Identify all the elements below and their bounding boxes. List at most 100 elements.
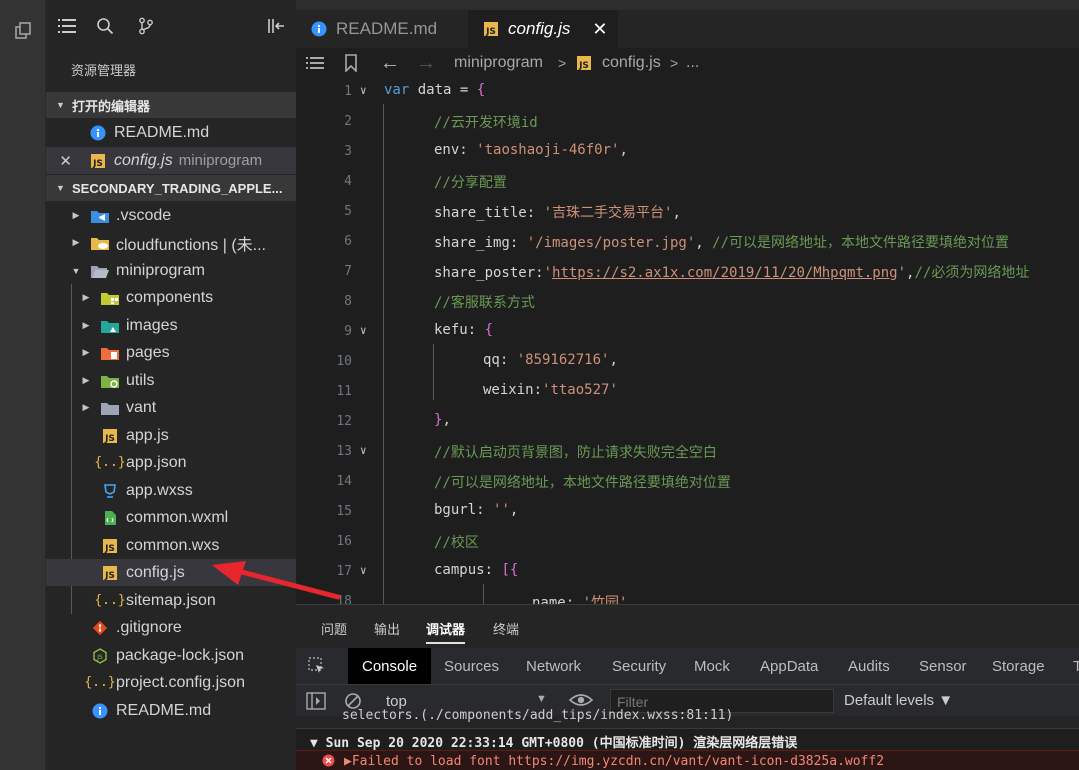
close-icon[interactable]: ✕	[46, 152, 72, 170]
list-icon[interactable]	[306, 53, 324, 73]
open-editor-folder: miniprogram	[178, 152, 263, 169]
code-line-18: name: '竹园',	[532, 592, 636, 604]
svg-text:JS: JS	[104, 571, 115, 581]
tree-item-gitignore[interactable]: .gitignore	[46, 614, 296, 641]
tree-item-project-config[interactable]: {..} project.config.json	[46, 669, 296, 696]
tree-item-components[interactable]: ▶ components	[46, 284, 296, 311]
devtools-tab-storage[interactable]: Storage	[978, 648, 1059, 684]
indent-guide	[483, 584, 484, 604]
chevron-right-icon: >	[670, 55, 679, 71]
code-line-8: //客服联系方式	[434, 295, 535, 311]
chevron-down-icon[interactable]: ∨	[360, 84, 367, 97]
console-error-line[interactable]: ▶Failed to load font https://img.yzcdn.c…	[296, 750, 1079, 770]
code-punct: ,	[442, 412, 451, 428]
tab-output[interactable]: 输出	[374, 619, 400, 638]
sidebar-toolbar	[46, 10, 296, 40]
open-editor-config[interactable]: ✕ JS config.js miniprogram	[46, 147, 296, 174]
chevron-down-icon[interactable]: ∨	[360, 444, 367, 457]
console-group-header[interactable]: ▼ Sun Sep 20 2020 22:33:14 GMT+0800 (中国标…	[296, 728, 1079, 750]
project-header[interactable]: ▼ SECONDARY_TRADING_APPLE...	[46, 175, 296, 201]
chevron-down-icon[interactable]: ▼	[536, 693, 547, 705]
code-key: kefu:	[434, 322, 485, 338]
close-icon[interactable]: ✕	[592, 19, 607, 40]
log-levels-select[interactable]: Default levels ▼	[844, 692, 953, 709]
code-string: '859162716'	[516, 352, 610, 368]
tree-item-label: common.wxs	[126, 536, 220, 554]
js-file-icon: JS	[100, 563, 120, 583]
tree-item-miniprogram[interactable]: ▼ miniprogram	[46, 257, 296, 284]
console-output: selectors.(./components/add_tips/index.w…	[296, 708, 1079, 770]
code-line-11: weixin:'ttao527'	[483, 382, 618, 398]
tree-item-pages[interactable]: ▶ pages	[46, 339, 296, 366]
title-strip	[296, 0, 1079, 10]
tree-item-cloudfunctions[interactable]: ▶ cloudfunctions | (未...	[46, 229, 296, 256]
code-editor[interactable]: 1 2 3 4 5 6 7 8 9 10 11 12 13 14 15 16 17 18 ∨ ∨ ∨ ∨ var …	[296, 78, 1079, 604]
back-arrow-icon[interactable]: ←	[380, 52, 400, 74]
tree-item-label: config.js	[126, 563, 185, 581]
devtools-tab-appdata[interactable]: AppData	[746, 648, 832, 684]
forward-arrow-icon[interactable]: →	[416, 52, 436, 74]
error-icon	[322, 754, 335, 770]
collapse-panel-icon[interactable]	[266, 16, 286, 36]
chevron-down-icon[interactable]: ∨	[360, 324, 367, 337]
devtools-tab-console[interactable]: Console	[348, 648, 432, 684]
tree-item-common-wxml[interactable]: common.wxml	[46, 504, 296, 531]
open-editors-header[interactable]: ▼ 打开的编辑器	[46, 92, 296, 118]
search-icon[interactable]	[95, 16, 115, 36]
tree-item-vant[interactable]: ▶ vant	[46, 394, 296, 421]
line-number: 13	[336, 444, 352, 459]
tab-terminal[interactable]: 终端	[493, 619, 519, 638]
tab-debugger[interactable]: 调试器	[426, 619, 466, 644]
tree-item-package-lock[interactable]: JS package-lock.json	[46, 642, 296, 669]
explorer-sidebar: 资源管理器 ▼ 打开的编辑器 README.md ✕ JS config.js …	[46, 0, 296, 770]
code-link[interactable]: https://s2.ax1x.com/2019/11/20/Mhpqmt.pn…	[552, 265, 898, 281]
info-icon	[310, 20, 328, 38]
explorer-icon[interactable]	[10, 18, 36, 44]
open-editor-readme[interactable]: README.md	[46, 119, 296, 146]
bookmark-icon[interactable]	[344, 53, 358, 73]
svg-text:JS: JS	[92, 159, 103, 169]
tree-item-label: vant	[126, 398, 157, 416]
json-file-icon: {..}	[84, 675, 116, 690]
open-editor-label: config.js	[114, 151, 173, 169]
devtools-tab-mock[interactable]: Mock	[680, 648, 744, 684]
source-control-icon[interactable]	[136, 16, 156, 36]
tree-item-label: app.wxss	[126, 481, 193, 499]
vscode-folder-icon	[90, 206, 110, 226]
tree-item-utils[interactable]: ▶ utils	[46, 367, 296, 394]
activity-bar	[0, 0, 46, 770]
tree-item-readme[interactable]: README.md	[46, 697, 296, 724]
js-file-icon: JS	[100, 536, 120, 556]
tree-item-app-json[interactable]: {..} app.json	[46, 449, 296, 476]
line-number: 4	[344, 174, 352, 189]
tab-config[interactable]: JS config.js ✕	[468, 10, 618, 48]
breadcrumb: ← → miniprogram > JS config.js > ...	[296, 48, 1079, 78]
breadcrumb-file[interactable]: config.js	[602, 53, 661, 73]
devtools-tab-more[interactable]: T	[1059, 648, 1079, 684]
breadcrumb-folder[interactable]: miniprogram	[454, 53, 543, 73]
tree-item-app-js[interactable]: JS app.js	[46, 422, 296, 449]
tree-item-images[interactable]: ▶ images	[46, 312, 296, 339]
inspect-element-icon[interactable]	[308, 657, 326, 678]
devtools-tab-network[interactable]: Network	[512, 648, 595, 684]
chevron-down-icon[interactable]: ∨	[360, 564, 367, 577]
js-file-icon: JS	[482, 20, 500, 38]
open-editor-label: README.md	[114, 123, 210, 141]
line-number: 12	[336, 414, 352, 429]
line-number: 14	[336, 474, 352, 489]
devtools-tab-sensor[interactable]: Sensor	[905, 648, 981, 684]
devtools-tab-audits[interactable]: Audits	[834, 648, 904, 684]
tree-item-vscode[interactable]: ▶ .vscode	[46, 202, 296, 229]
menu-icon[interactable]	[57, 16, 77, 36]
tree-item-label: cloudfunctions | (未...	[116, 236, 267, 254]
devtools-tab-sources[interactable]: Sources	[430, 648, 513, 684]
folder-open-icon	[90, 261, 110, 281]
tree-item-app-wxss[interactable]: app.wxss	[46, 477, 296, 504]
breadcrumb-more[interactable]: ...	[686, 53, 699, 73]
tab-problems[interactable]: 问题	[321, 619, 347, 638]
git-file-icon	[90, 618, 110, 638]
devtools-tab-security[interactable]: Security	[598, 648, 680, 684]
tab-readme[interactable]: README.md	[296, 10, 466, 48]
code-key: campus:	[434, 562, 502, 578]
code-line-12: },	[434, 412, 451, 428]
